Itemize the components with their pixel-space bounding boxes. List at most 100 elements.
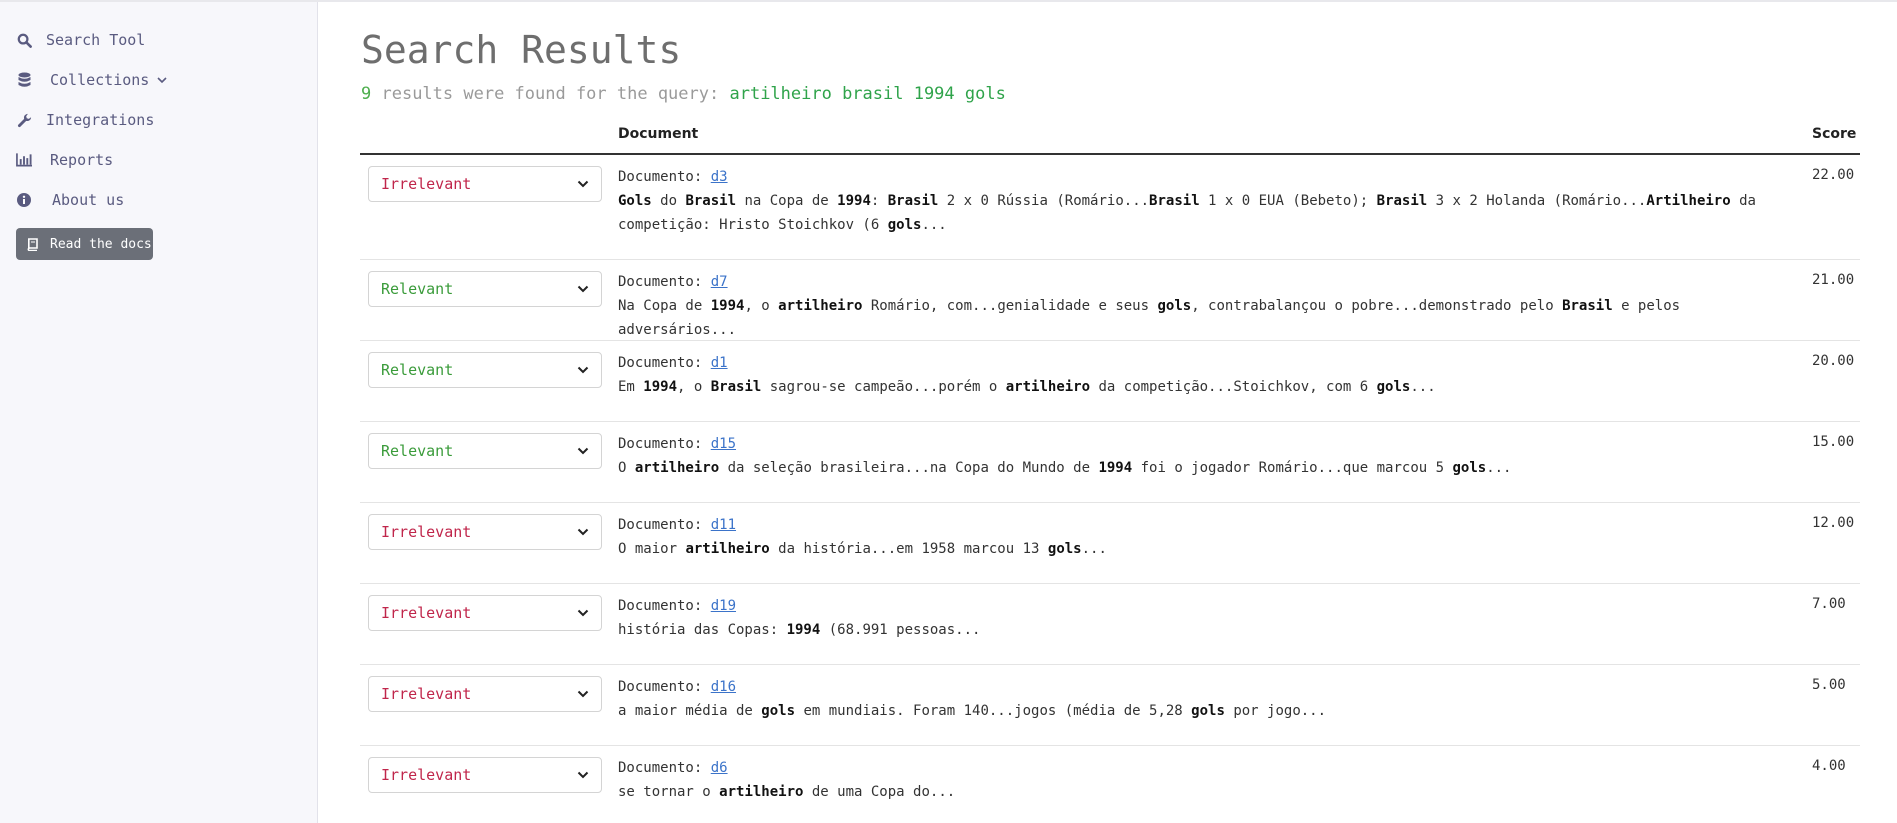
- relevance-select[interactable]: Irrelevant: [368, 676, 602, 712]
- table-row: Irrelevant Documento: d3 Gols do Brasil na…: [360, 155, 1860, 260]
- sidebar-item-about-us[interactable]: About us: [16, 188, 124, 212]
- snippet-text: de uma Copa do...: [803, 784, 956, 800]
- document-cell: Documento: d1 Em 1994, o Brasil sagrou-se…: [618, 351, 1798, 399]
- document-snippet: O maior artilheiro da história...em 1958…: [618, 537, 1798, 561]
- chevron-down-icon: [577, 284, 589, 294]
- document-link[interactable]: d3: [711, 169, 728, 185]
- sidebar-item-label: Collections: [50, 71, 150, 89]
- document-link[interactable]: d15: [711, 436, 736, 452]
- query-text: artilheiro brasil 1994 gols: [729, 84, 1006, 104]
- table-row: Relevant Documento: d15 O artilheiro da se…: [360, 422, 1860, 503]
- database-icon: [16, 72, 32, 88]
- relevance-select[interactable]: Irrelevant: [368, 595, 602, 631]
- document-link[interactable]: d7: [711, 274, 728, 290]
- chevron-down-icon: [157, 76, 167, 84]
- document-link[interactable]: d19: [711, 598, 736, 614]
- document-snippet: O artilheiro da seleção brasileira...na …: [618, 456, 1798, 480]
- relevance-value: Irrelevant: [381, 604, 472, 622]
- table-row: Irrelevant Documento: d6 se tornar o artil…: [360, 746, 1860, 823]
- snippet-text: , o: [677, 379, 711, 395]
- snippet-highlight: Artilheiro: [1646, 193, 1731, 209]
- score-value: 5.00: [1812, 677, 1846, 693]
- score-value: 7.00: [1812, 596, 1846, 612]
- score-value: 15.00: [1812, 434, 1855, 450]
- page-title: Search Results: [361, 28, 682, 72]
- relevance-select[interactable]: Irrelevant: [368, 757, 602, 793]
- chevron-down-icon: [577, 527, 589, 537]
- relevance-select[interactable]: Relevant: [368, 271, 602, 307]
- document-snippet: Na Copa de 1994, o artilheiro Romário, c…: [618, 294, 1798, 342]
- relevance-value: Relevant: [381, 442, 454, 460]
- relevance-select[interactable]: Irrelevant: [368, 514, 602, 550]
- table-row: Irrelevant Documento: d16 a maior média de…: [360, 665, 1860, 746]
- document-link[interactable]: d6: [711, 760, 728, 776]
- snippet-text: na Copa de: [736, 193, 838, 209]
- chevron-down-icon: [577, 179, 589, 189]
- document-cell: Documento: d19 história das Copas: 1994 (…: [618, 594, 1798, 642]
- document-link[interactable]: d16: [711, 679, 736, 695]
- relevance-select[interactable]: Relevant: [368, 352, 602, 388]
- snippet-highlight: artilheiro: [719, 784, 804, 800]
- document-label: Documento:: [618, 598, 711, 614]
- snippet-highlight: artilheiro: [778, 298, 863, 314]
- sidebar-item-label: About us: [52, 191, 125, 209]
- snippet-text: da história...em 1958 marcou 13: [769, 541, 1048, 557]
- sidebar-item-collections[interactable]: Collections: [16, 68, 167, 92]
- chevron-down-icon: [577, 770, 589, 780]
- snippet-text: , contrabalançou o pobre...demonstrado p…: [1191, 298, 1563, 314]
- snippet-text: se tornar o: [618, 784, 720, 800]
- wrench-icon: [16, 112, 32, 128]
- snippet-text: do: [651, 193, 686, 209]
- snippet-text: ...: [1486, 460, 1512, 476]
- snippet-highlight: gols: [1376, 379, 1411, 395]
- document-link[interactable]: d1: [711, 355, 728, 371]
- snippet-highlight: 1994: [710, 298, 745, 314]
- results-summary: 9 results were found for the query: arti…: [361, 84, 1006, 104]
- sidebar-item-integrations[interactable]: Integrations: [16, 108, 154, 132]
- snippet-text: 3 x 2 Holanda (Romário...: [1427, 193, 1647, 209]
- read-the-docs-button[interactable]: Read the docs: [16, 228, 153, 260]
- bar-chart-icon: [16, 152, 32, 168]
- document-label: Documento:: [618, 679, 711, 695]
- snippet-highlight: gols: [1191, 703, 1225, 719]
- relevance-value: Relevant: [381, 361, 454, 379]
- snippet-highlight: Brasil: [1376, 193, 1428, 209]
- snippet-highlight: Gols: [618, 193, 652, 209]
- snippet-highlight: artilheiro: [1005, 379, 1091, 395]
- book-icon: [26, 237, 38, 251]
- document-link[interactable]: d11: [711, 517, 736, 533]
- snippet-highlight: Brasil: [1149, 193, 1200, 209]
- result-count: 9: [361, 84, 372, 104]
- sidebar-item-label: Search Tool: [46, 31, 146, 49]
- document-label: Documento:: [618, 517, 711, 533]
- relevance-value: Relevant: [381, 280, 454, 298]
- document-label: Documento:: [618, 169, 711, 185]
- document-label: Documento:: [618, 355, 711, 371]
- relevance-value: Irrelevant: [381, 523, 472, 541]
- sidebar-item-reports[interactable]: Reports: [16, 148, 113, 172]
- table-row: Relevant Documento: d7 Na Copa de 1994, o …: [360, 260, 1860, 341]
- snippet-highlight: 1994: [837, 193, 871, 209]
- sidebar-item-search-tool[interactable]: Search Tool: [16, 28, 145, 52]
- read-the-docs-label: Read the docs: [50, 236, 152, 252]
- relevance-value: Irrelevant: [381, 175, 472, 193]
- relevance-select[interactable]: Irrelevant: [368, 166, 602, 202]
- sidebar-item-label: Integrations: [46, 111, 155, 129]
- snippet-highlight: 1994: [643, 379, 678, 395]
- snippet-text: por jogo...: [1224, 703, 1327, 719]
- snippet-text: da competição...Stoichkov, com 6: [1090, 379, 1377, 395]
- score-value: 4.00: [1812, 758, 1846, 774]
- snippet-text: a maior média de: [618, 703, 762, 719]
- relevance-value: Irrelevant: [381, 766, 472, 784]
- document-cell: Documento: d7 Na Copa de 1994, o artilhei…: [618, 270, 1798, 342]
- document-cell: Documento: d3 Gols do Brasil na Copa de 1…: [618, 165, 1798, 237]
- sidebar-item-label: Reports: [50, 151, 114, 169]
- relevance-select[interactable]: Relevant: [368, 433, 602, 469]
- column-header-document: Document: [618, 126, 699, 142]
- snippet-highlight: Brasil: [710, 379, 762, 395]
- results-table: Irrelevant Documento: d3 Gols do Brasil na…: [360, 155, 1860, 823]
- snippet-text: 1 x 0 EUA (Bebeto);: [1199, 193, 1377, 209]
- relevance-value: Irrelevant: [381, 685, 472, 703]
- snippet-highlight: gols: [887, 217, 922, 233]
- snippet-highlight: gols: [1157, 298, 1192, 314]
